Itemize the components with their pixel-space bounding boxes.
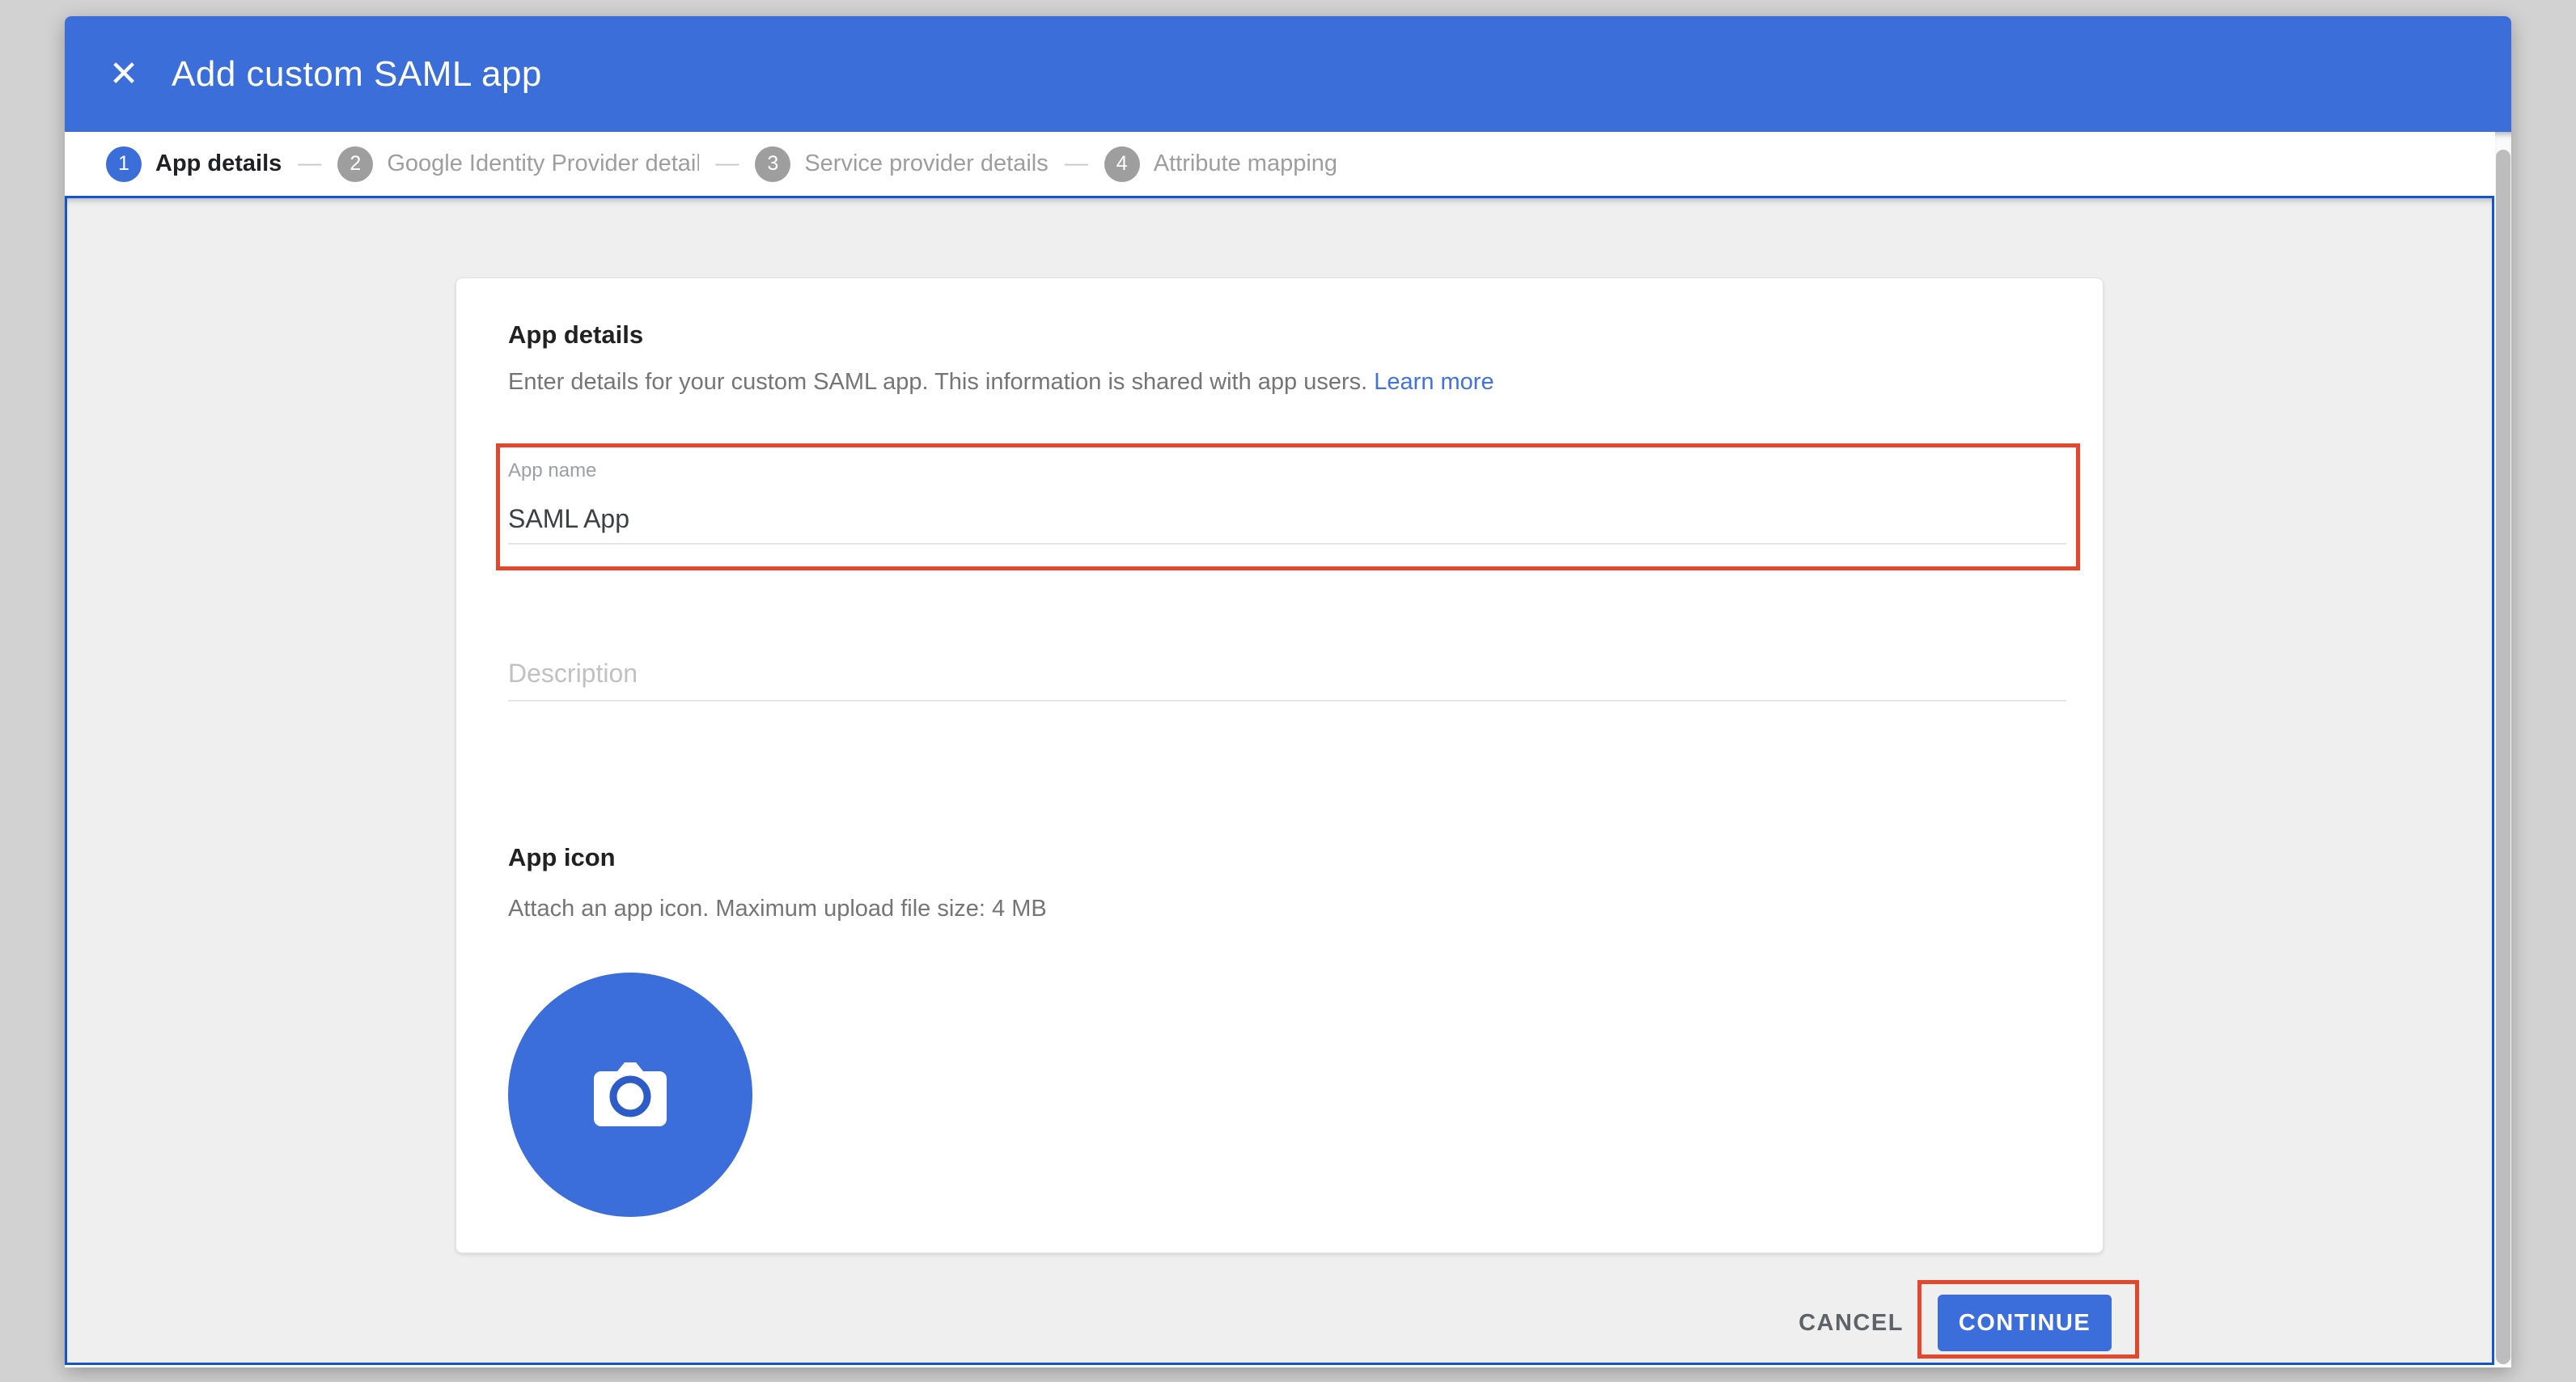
step-3-label: Service provider details	[804, 150, 1048, 177]
dialog-title: Add custom SAML app	[172, 54, 542, 95]
step-attribute-mapping[interactable]: 4 Attribute mapping	[1104, 146, 1337, 182]
scrollbar-track[interactable]	[2495, 132, 2511, 1365]
app-icon-hint: Attach an app icon. Maximum upload file …	[508, 896, 1047, 922]
camera-icon	[590, 1060, 671, 1130]
step-separator: —	[715, 150, 739, 177]
step-separator: —	[1065, 150, 1088, 177]
section-title: App details	[508, 320, 643, 350]
app-name-label: App name	[508, 460, 596, 482]
step-1-label: App details	[155, 150, 282, 177]
step-google-idp-details[interactable]: 2 Google Identity Provider details	[337, 146, 699, 182]
scrollbar-thumb[interactable]	[2496, 150, 2510, 1364]
step-1-circle: 1	[106, 146, 142, 182]
step-3-circle: 3	[755, 146, 790, 182]
app-icon-title: App icon	[508, 843, 616, 872]
step-2-label: Google Identity Provider details	[387, 150, 699, 177]
annotation-highlight-app-name: App name	[496, 443, 2080, 570]
step-separator: —	[298, 150, 321, 177]
add-custom-saml-app-dialog: ✕ Add custom SAML app 1 App details — 2 …	[65, 16, 2511, 1367]
wizard-stepper: 1 App details — 2 Google Identity Provid…	[65, 132, 2494, 196]
app-details-card: App details Enter details for your custo…	[455, 278, 2104, 1253]
dialog-body: App details Enter details for your custo…	[65, 196, 2494, 1365]
cancel-button[interactable]: CANCEL	[1790, 1295, 1912, 1351]
continue-button[interactable]: CONTINUE	[1938, 1295, 2112, 1351]
dialog-header: ✕ Add custom SAML app	[65, 16, 2511, 132]
step-app-details[interactable]: 1 App details	[106, 146, 282, 182]
step-4-circle: 4	[1104, 146, 1140, 182]
section-description-text: Enter details for your custom SAML app. …	[508, 369, 1367, 395]
learn-more-link[interactable]: Learn more	[1374, 369, 1493, 395]
step-2-circle: 2	[337, 146, 373, 182]
description-input[interactable]	[508, 646, 2066, 702]
step-service-provider-details[interactable]: 3 Service provider details	[755, 146, 1048, 182]
close-icon[interactable]: ✕	[105, 56, 142, 93]
app-icon-upload-button[interactable]	[508, 973, 752, 1217]
app-name-input[interactable]	[508, 494, 2066, 545]
step-4-label: Attribute mapping	[1154, 150, 1337, 177]
section-description: Enter details for your custom SAML app. …	[508, 369, 1494, 396]
